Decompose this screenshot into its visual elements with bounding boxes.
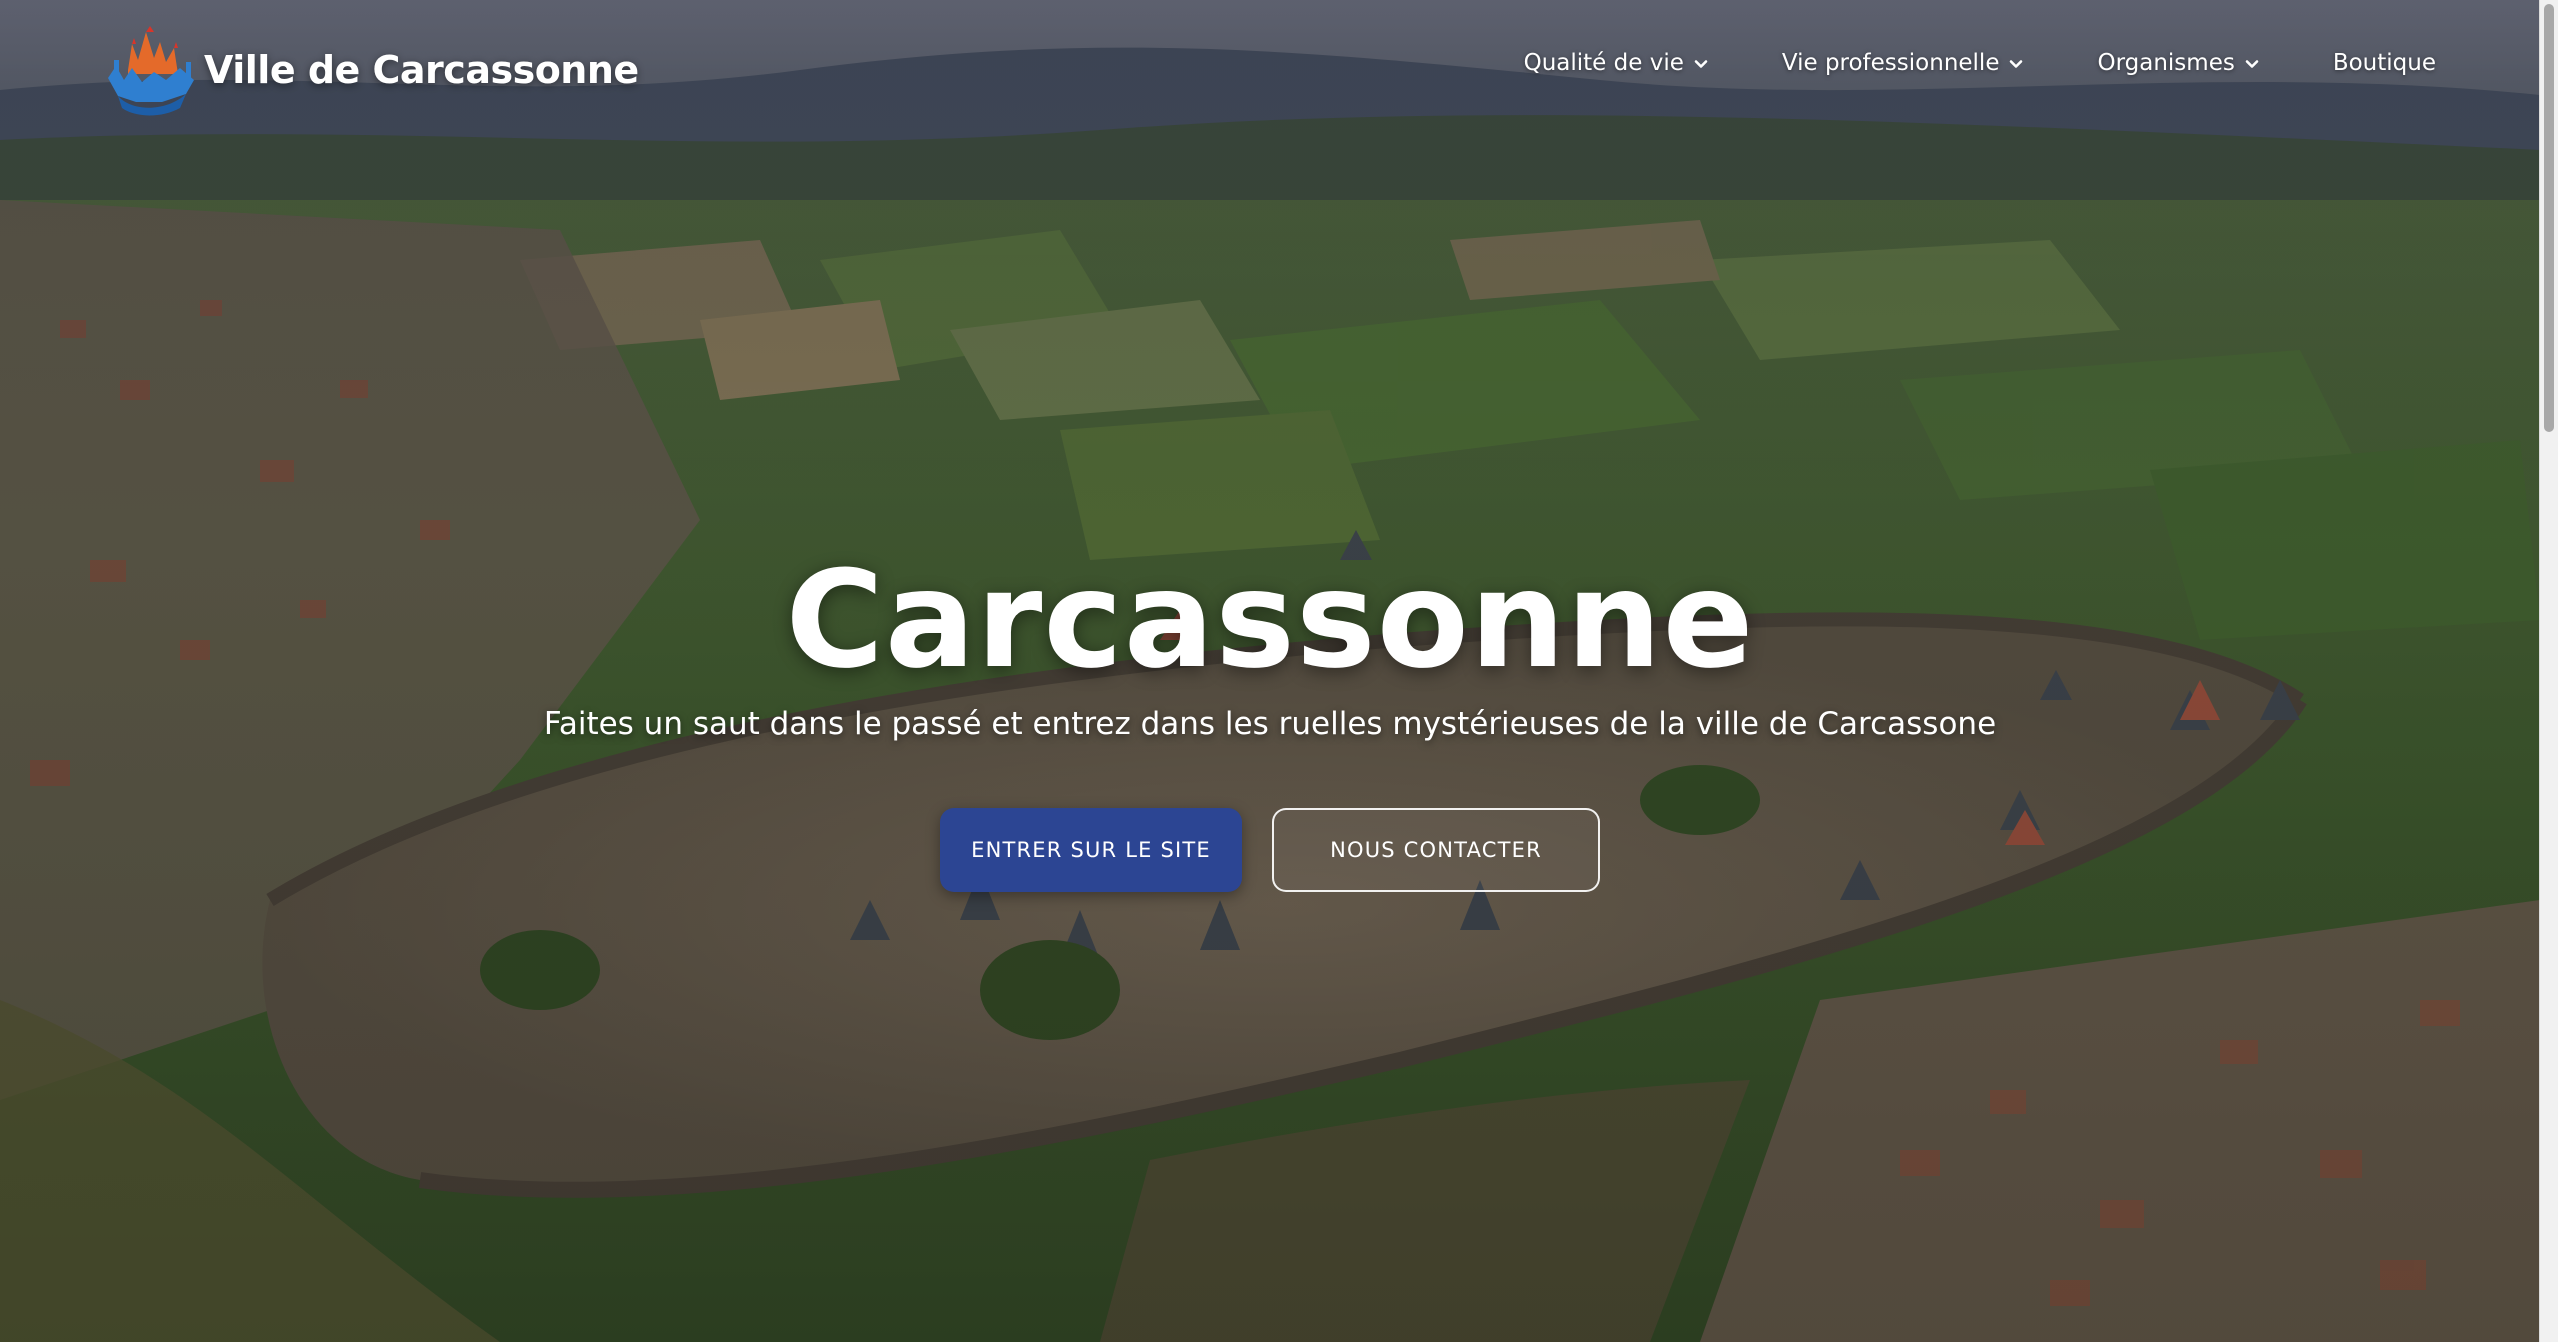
hero-title: Carcassonne (785, 542, 1755, 698)
chevron-down-icon (2245, 60, 2259, 68)
nav-item-label: Boutique (2332, 50, 2436, 76)
hero-cta-group: ENTRER SUR LE SITE NOUS CONTACTER (0, 808, 2540, 892)
vertical-scrollbar[interactable] (2539, 0, 2558, 1342)
site-header: Ville de Carcassonne Qualité de vie Vie … (0, 0, 2540, 140)
nav-item-label: Qualité de vie (1523, 50, 1684, 76)
main-nav: Qualité de vie Vie professionnelle Organ… (1524, 50, 2436, 76)
hero-subtitle: Faites un saut dans le passé et entrez d… (543, 706, 1997, 742)
nav-item-vie-professionnelle[interactable]: Vie professionnelle (1782, 50, 2024, 76)
carcassonne-castle-logo-icon (108, 26, 194, 116)
site-logo-text: Ville de Carcassonne (204, 48, 639, 92)
chevron-down-icon (1694, 60, 1708, 68)
nav-item-boutique[interactable]: Boutique (2333, 50, 2436, 76)
nav-item-label: Organismes (2097, 50, 2235, 76)
chevron-down-icon (2010, 60, 2023, 68)
contact-us-button[interactable]: NOUS CONTACTER (1272, 808, 1600, 892)
nav-item-label: Vie professionnelle (1781, 50, 2000, 76)
nav-item-qualite-de-vie[interactable]: Qualité de vie (1524, 50, 1708, 76)
site-logo-link[interactable]: Ville de Carcassonne (102, 22, 639, 118)
nav-item-organismes[interactable]: Organismes (2097, 50, 2259, 76)
enter-site-button[interactable]: ENTRER SUR LE SITE (940, 808, 1242, 892)
scrollbar-thumb[interactable] (2544, 4, 2554, 432)
page: Ville de Carcassonne Qualité de vie Vie … (0, 0, 2558, 1342)
